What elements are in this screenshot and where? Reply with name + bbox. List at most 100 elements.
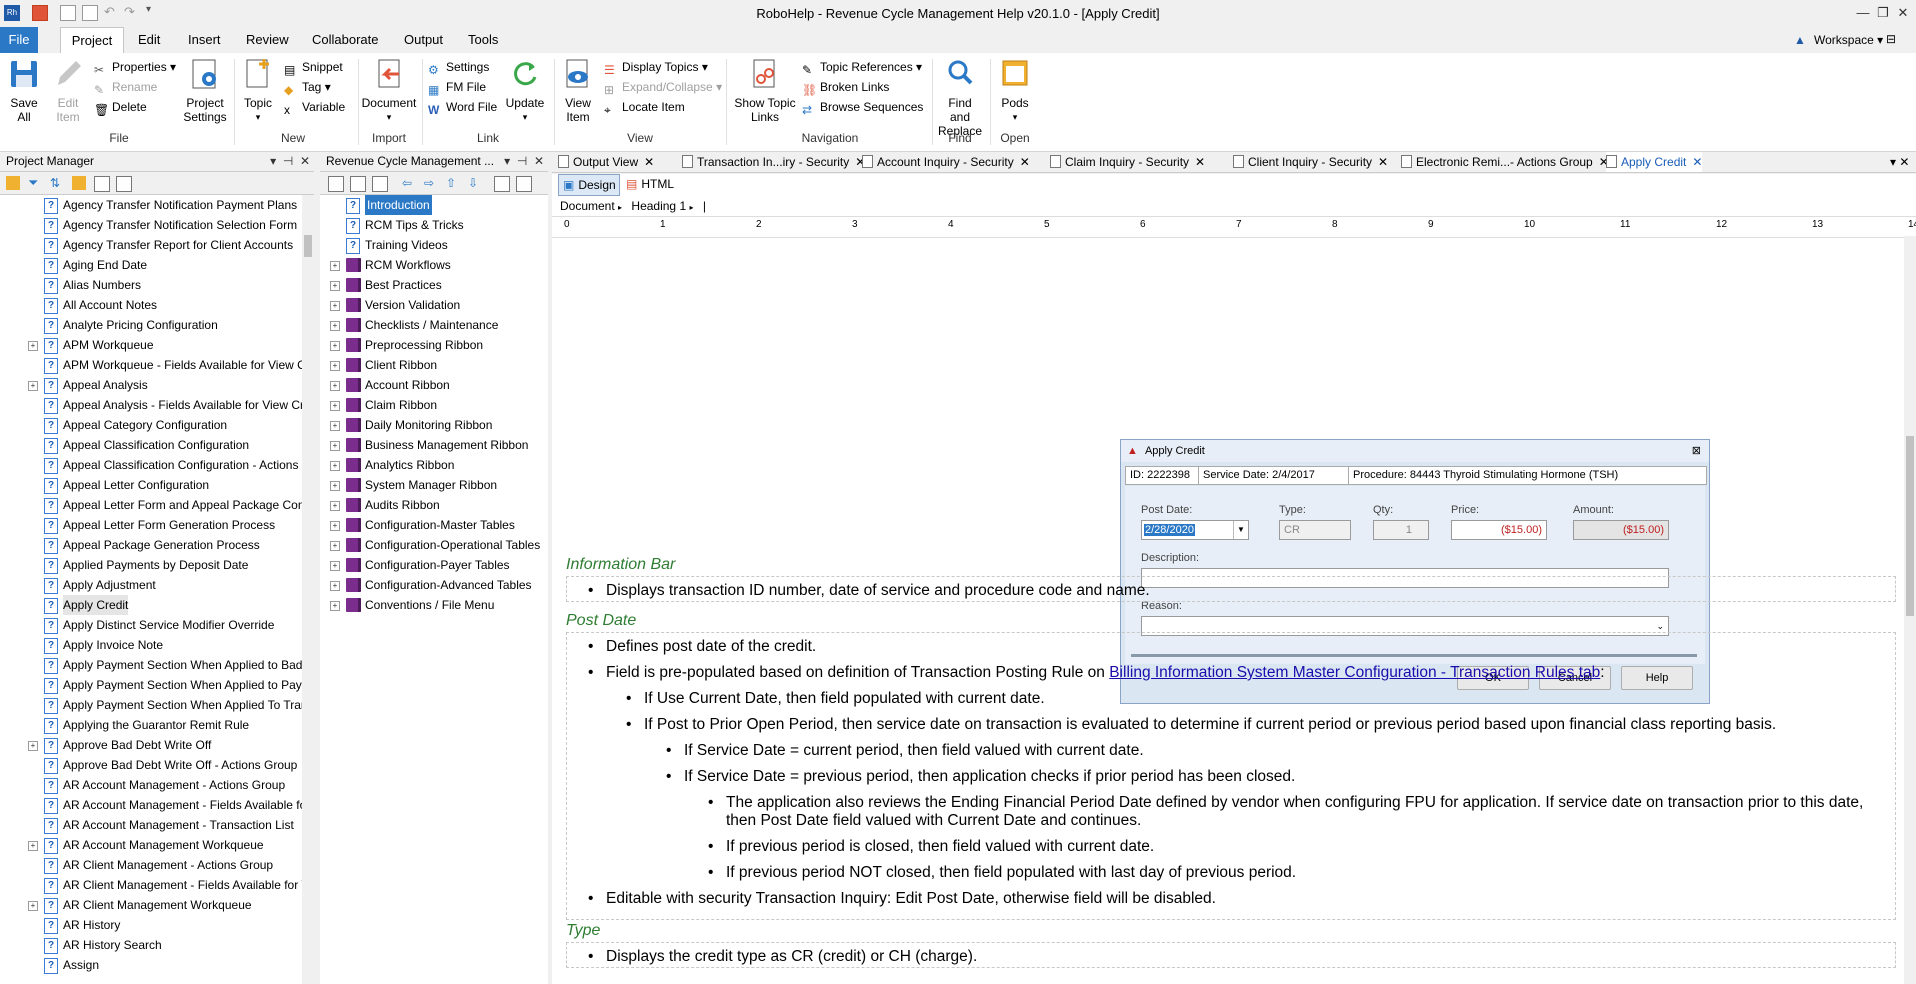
project-item[interactable]: ? Appeal Letter Form and Appeal Package C… [0,495,302,515]
close-tab-icon[interactable]: ✕ [1020,155,1030,169]
tab-collaborate[interactable]: Collaborate [304,27,387,53]
list-item[interactable]: • If Service Date = previous period, then… [666,768,1295,786]
expand-icon[interactable]: + [28,741,38,751]
toc-item[interactable]: + Best Practices [320,275,548,295]
snippet-button[interactable]: ▤ Snippet [284,57,343,77]
list-item[interactable]: • Displays the credit type as CR (credit)… [588,948,977,966]
topic-references-button[interactable]: ✎ Topic References ▾ [802,57,922,77]
project-item[interactable]: +? APM Workqueue [0,335,302,355]
project-item[interactable]: ? Appeal Category Configuration [0,415,302,435]
project-item[interactable]: ? Apply Payment Section When Applied to B… [0,655,302,675]
project-item[interactable]: ? All Account Notes [0,295,302,315]
rename-button[interactable]: ✎ Rename [94,77,157,97]
doc-tab[interactable]: Apply Credit ✕ [1606,152,1703,172]
toc-item[interactable]: + Account Ribbon [320,375,548,395]
toc-item[interactable]: + Claim Ribbon [320,395,548,415]
fm-file-button[interactable]: ▦ FM File [428,77,486,97]
project-item[interactable]: ? Agency Transfer Notification Selection … [0,215,302,235]
move-right-icon[interactable]: ⇨ [424,176,438,190]
scroll-thumb[interactable] [1906,436,1914,616]
project-item[interactable]: +? AR Client Management Workqueue [0,895,302,915]
transaction-rules-link[interactable]: Billing Information System Master Config… [1109,664,1600,681]
toc-view-icon[interactable] [516,176,532,192]
list-item[interactable]: • If Service Date = current period, then … [666,742,1144,760]
list-item[interactable]: • Field is pre-populated based on definit… [588,664,1605,682]
project-item[interactable]: ? AR Account Management - Transaction Lis… [0,815,302,835]
list-item[interactable]: • If Use Current Date, then field populat… [626,690,1045,708]
doc-tab[interactable]: Account Inquiry - Security ✕ [862,152,1030,172]
expand-icon[interactable]: + [330,401,340,411]
new-book-icon[interactable] [328,176,344,192]
expand-icon[interactable]: + [28,841,38,851]
scroll-thumb[interactable] [304,235,312,257]
project-item[interactable]: ? Agency Transfer Notification Payment Pl… [0,195,302,215]
panel-controls[interactable]: ▾ ⊣ ✕ [504,152,544,171]
close-tab-icon[interactable]: ✕ [1195,155,1205,169]
heading-type[interactable]: Type [566,922,600,940]
project-item[interactable]: ? Appeal Classification Configuration [0,435,302,455]
close-window-icon[interactable]: ✕ [1892,3,1914,23]
project-item[interactable]: ? AR History Search [0,935,302,955]
topic-button[interactable]: Topic ▾ [240,57,276,124]
save-all-button[interactable]: Save All [6,57,42,124]
tag-button[interactable]: ◆ Tag ▾ [284,77,331,97]
project-item[interactable]: ? Apply Payment Section When Applied To T… [0,695,302,715]
list-item[interactable]: • Defines post date of the credit. [588,638,816,656]
project-item[interactable]: ? APM Workqueue - Fields Available for Vi… [0,355,302,375]
properties-button[interactable]: ✂ Properties ▾ [94,57,176,77]
expand-icon[interactable]: + [330,421,340,431]
project-item[interactable]: ? Apply Payment Section When Applied to P… [0,675,302,695]
project-item[interactable]: ? AR Account Management - Actions Group [0,775,302,795]
toc-settings-icon[interactable] [372,176,388,192]
toc-item[interactable]: + Audits Ribbon [320,495,548,515]
move-down-icon[interactable]: ⇩ [468,176,482,190]
project-item[interactable]: ? Agency Transfer Report for Client Accou… [0,235,302,255]
close-tab-icon[interactable]: ✕ [644,155,654,169]
toc-item[interactable]: + Checklists / Maintenance [320,315,548,335]
expand-collapse-button[interactable]: ⊞ Expand/Collapse ▾ [604,77,722,97]
expand-icon[interactable]: + [330,341,340,351]
breadcrumb-heading[interactable]: Heading 1 [631,199,686,213]
list-item[interactable]: • If Post to Prior Open Period, then serv… [626,716,1776,734]
expand-icon[interactable]: + [28,901,38,911]
pods-button[interactable]: Pods ▾ [994,57,1036,124]
toc-item[interactable]: + Analytics Ribbon [320,455,548,475]
breadcrumb-document[interactable]: Document [560,199,615,213]
minimize-icon[interactable]: — [1852,3,1874,23]
toc-item[interactable]: + Daily Monitoring Ribbon [320,415,548,435]
toc-item[interactable]: + Conventions / File Menu [320,595,548,615]
tab-edit[interactable]: Edit [130,27,168,53]
toc-item[interactable]: + Configuration-Operational Tables [320,535,548,555]
toc-item[interactable]: + Client Ribbon [320,355,548,375]
toc-item[interactable]: + RCM Workflows [320,255,548,275]
tab-review[interactable]: Review [238,27,297,53]
project-item[interactable]: ? Analyte Pricing Configuration [0,315,302,335]
list-item[interactable]: • Displays transaction ID number, date of… [588,582,1150,600]
project-item[interactable]: ? Appeal Letter Form Generation Process [0,515,302,535]
expand-icon[interactable]: + [330,461,340,471]
move-left-icon[interactable]: ⇦ [402,176,416,190]
auto-create-toc-icon[interactable] [494,176,510,192]
toc-item[interactable]: + System Manager Ribbon [320,475,548,495]
list-item[interactable]: • If previous period NOT closed, then fie… [708,864,1296,882]
project-item[interactable]: ? Alias Numbers [0,275,302,295]
expand-icon[interactable]: + [330,301,340,311]
doc-tab[interactable]: Electronic Remi...- Actions Group ✕ [1401,152,1609,172]
pin-icon[interactable]: ⊟ [1886,32,1896,46]
find-replace-button[interactable]: Find and Replace [934,57,986,138]
panel-controls[interactable]: ▾ ⊣ ✕ [270,152,310,171]
expand-icon[interactable]: + [330,561,340,571]
doc-tab[interactable]: Transaction In...iry - Security ✕ [682,152,865,172]
expand-icon[interactable]: + [330,261,340,271]
toc-item[interactable]: ? Introduction [320,195,548,215]
doc-tab[interactable]: Output View ✕ [558,152,654,172]
heading-post-date[interactable]: Post Date [566,612,636,630]
toc-item[interactable]: + Configuration-Payer Tables [320,555,548,575]
expand-icon[interactable]: + [330,541,340,551]
doc-tab[interactable]: Claim Inquiry - Security ✕ [1050,152,1205,172]
browse-sequences-button[interactable]: ⇄ Browse Sequences [802,97,923,117]
project-item[interactable]: +? Approve Bad Debt Write Off [0,735,302,755]
delete-button[interactable]: 🗑 Delete [94,97,147,117]
project-settings-button[interactable]: Project Settings [182,57,228,124]
properties-icon[interactable] [116,176,132,192]
